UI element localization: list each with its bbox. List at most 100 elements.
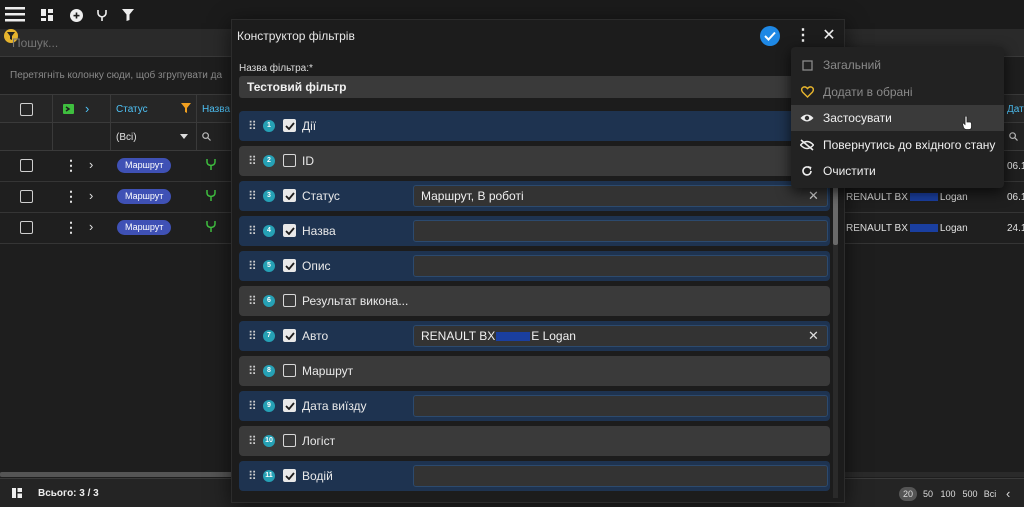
field-checkbox[interactable] <box>283 154 296 167</box>
filter-field-row[interactable] <box>239 146 830 176</box>
page-size-20[interactable]: 20 <box>899 487 917 501</box>
field-order-badge: 10 <box>263 435 275 447</box>
field-label: ID <box>302 154 314 168</box>
field-checkbox[interactable] <box>283 119 296 132</box>
field-value-input[interactable] <box>413 255 828 277</box>
field-checkbox[interactable] <box>283 469 296 482</box>
status-badge: Маршрут <box>117 220 172 235</box>
chevron-left-icon[interactable]: ‹ <box>1006 486 1010 501</box>
field-value-input[interactable] <box>413 465 828 487</box>
drag-handle-icon[interactable]: ⠿ <box>248 155 257 167</box>
row-expand-chevron-icon[interactable]: › <box>89 219 93 234</box>
field-label: Дата виїзду <box>302 399 367 413</box>
date-cell: 24.1 <box>1007 223 1024 234</box>
pointer-cursor-icon <box>962 116 972 130</box>
eye-off-icon <box>800 138 814 152</box>
dashboard-icon[interactable] <box>37 5 57 25</box>
hamburger-menu-icon[interactable] <box>4 4 26 24</box>
route-fork-icon <box>206 190 216 201</box>
column-header-status[interactable]: Статус <box>116 104 148 115</box>
field-order-badge: 6 <box>263 295 275 307</box>
field-checkbox[interactable] <box>283 364 296 377</box>
field-checkbox[interactable] <box>283 434 296 447</box>
filter-field-row[interactable] <box>239 111 830 141</box>
route-fork-icon <box>206 159 216 170</box>
status-filter-select[interactable]: (Всі) <box>116 132 137 143</box>
page-size-100[interactable]: 100 <box>939 487 957 501</box>
filter-name-input[interactable] <box>239 76 829 98</box>
field-checkbox[interactable] <box>283 294 296 307</box>
field-label: Статус <box>302 189 340 203</box>
status-badge: Маршрут <box>117 189 172 204</box>
drag-handle-icon[interactable]: ⠿ <box>248 400 257 412</box>
checkbox-icon <box>800 58 814 72</box>
add-circle-icon[interactable] <box>66 5 86 25</box>
drag-handle-icon[interactable]: ⠿ <box>248 295 257 307</box>
page-size-all[interactable]: Всі <box>982 487 998 501</box>
field-checkbox[interactable] <box>283 259 296 272</box>
field-checkbox[interactable] <box>283 399 296 412</box>
fork-icon[interactable] <box>92 5 112 25</box>
vertical-scrollbar-thumb[interactable] <box>833 185 838 245</box>
drag-handle-icon[interactable]: ⠿ <box>248 365 257 377</box>
row-checkbox[interactable] <box>20 221 33 234</box>
chevron-down-icon[interactable] <box>180 134 188 139</box>
clear-value-icon[interactable]: ✕ <box>808 328 819 344</box>
drag-handle-icon[interactable]: ⠿ <box>248 260 257 272</box>
row-expand-chevron-icon[interactable]: › <box>89 157 93 172</box>
heart-icon <box>800 85 814 99</box>
close-icon[interactable]: ✕ <box>820 26 838 46</box>
page-size-500[interactable]: 500 <box>961 487 979 501</box>
menu-item-label: Повернутись до вхідного стану <box>823 138 996 152</box>
field-checkbox[interactable] <box>283 189 296 202</box>
page-size-50[interactable]: 50 <box>920 487 936 501</box>
status-badge: Маршрут <box>117 158 172 173</box>
expand-all-chevron-icon[interactable]: › <box>85 101 89 116</box>
drag-handle-icon[interactable]: ⠿ <box>248 470 257 482</box>
auto-cell: RENAULT BX Logan <box>846 192 968 203</box>
more-options-icon[interactable]: ⋮ <box>795 26 811 46</box>
refresh-icon <box>800 164 814 178</box>
field-label: Водій <box>302 469 333 483</box>
export-icon[interactable] <box>63 103 75 115</box>
layout-icon[interactable] <box>12 488 22 498</box>
row-actions-icon[interactable]: ⋮ <box>64 189 78 203</box>
field-label: Опис <box>302 259 331 273</box>
column-header-name[interactable]: Назва <box>202 104 230 115</box>
field-value-text: RENAULT BX E Logan <box>421 329 576 343</box>
field-order-badge: 3 <box>263 190 275 202</box>
row-checkbox[interactable] <box>20 159 33 172</box>
drag-handle-icon[interactable]: ⠿ <box>248 330 257 342</box>
field-checkbox[interactable] <box>283 329 296 342</box>
auto-cell: RENAULT BX Logan <box>846 223 968 234</box>
drag-handle-icon[interactable]: ⠿ <box>248 435 257 447</box>
drag-handle-icon[interactable]: ⠿ <box>248 225 257 237</box>
field-order-badge: 8 <box>263 365 275 377</box>
group-panel-hint: Перетягніть колонку сюди, щоб згрупувати… <box>10 70 223 81</box>
field-order-badge: 1 <box>263 120 275 132</box>
total-count: Всього: 3 / 3 <box>38 488 99 499</box>
field-label: Назва <box>302 224 336 238</box>
column-filter-icon[interactable] <box>181 103 191 113</box>
field-value-input[interactable] <box>413 395 828 417</box>
horizontal-scrollbar-thumb[interactable] <box>0 472 240 477</box>
field-order-badge: 5 <box>263 260 275 272</box>
drag-handle-icon[interactable]: ⠿ <box>248 190 257 202</box>
field-value-input[interactable] <box>413 220 828 242</box>
field-order-badge: 4 <box>263 225 275 237</box>
row-actions-icon[interactable]: ⋮ <box>64 158 78 172</box>
menu-item-label: Додати в обрані <box>823 85 913 99</box>
column-header-date[interactable]: Дат <box>1007 104 1024 115</box>
filter-name-label: Назва фільтра:* <box>239 63 313 74</box>
drag-handle-icon[interactable]: ⠿ <box>248 120 257 132</box>
date-cell: 06.1 <box>1007 192 1024 203</box>
field-checkbox[interactable] <box>283 224 296 237</box>
row-actions-icon[interactable]: ⋮ <box>64 220 78 234</box>
menu-item-label: Очистити <box>823 164 876 178</box>
row-expand-chevron-icon[interactable]: › <box>89 188 93 203</box>
select-all-checkbox[interactable] <box>20 103 33 116</box>
filter-icon[interactable] <box>118 5 138 25</box>
confirm-button[interactable] <box>760 26 780 46</box>
clear-value-icon[interactable]: ✕ <box>808 188 819 204</box>
row-checkbox[interactable] <box>20 190 33 203</box>
